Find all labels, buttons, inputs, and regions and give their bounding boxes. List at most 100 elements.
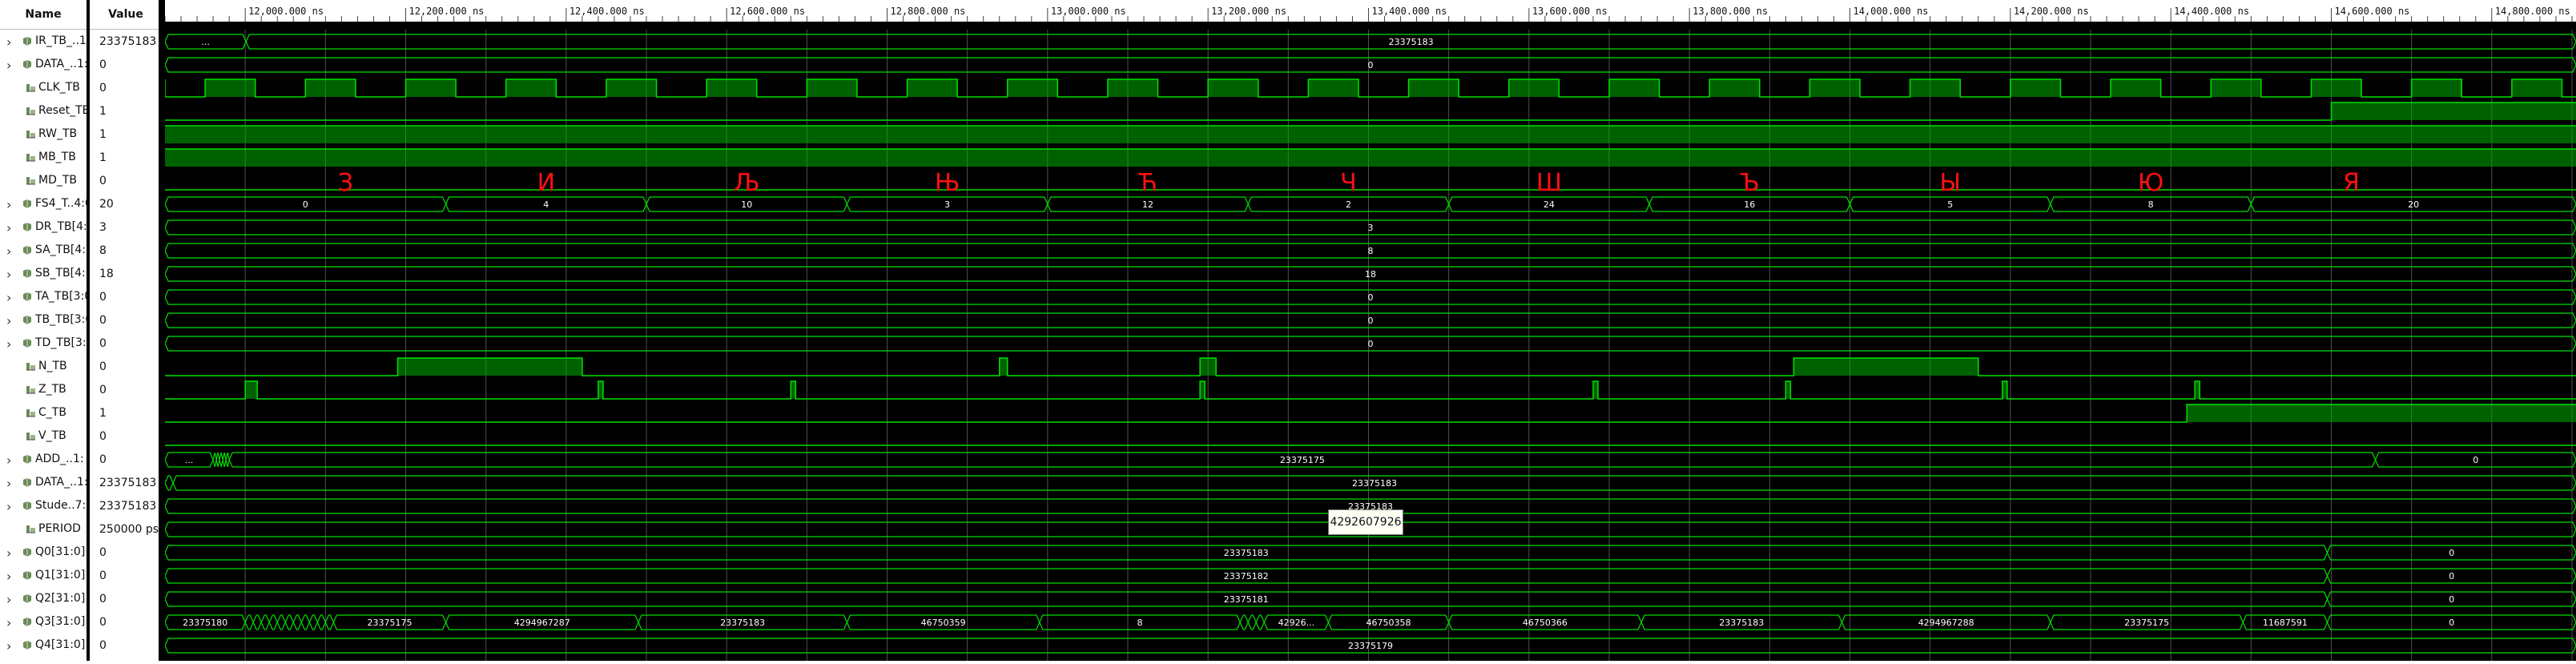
waveform-panel[interactable]: 12,000.000 ns 12,200.000 ns 12,400.000 ns 1…: [164, 0, 2576, 661]
bit-high-fill: [2187, 404, 2576, 422]
signal-value: 20: [99, 198, 114, 211]
signal-value: 0: [99, 593, 107, 606]
expand-chevron-icon[interactable]: ›: [6, 197, 11, 212]
bit-signal-icon: [26, 433, 35, 441]
bit-signal-icon: [26, 386, 35, 394]
bus-value-label: 20: [2408, 199, 2419, 210]
signal-row[interactable]: › SB_TB[4:: [0, 263, 87, 286]
clock-high-fill: [1608, 79, 1660, 97]
bus-signal-icon: [23, 37, 31, 46]
signal-value: 0: [99, 360, 107, 373]
expand-chevron-icon[interactable]: ›: [6, 267, 11, 282]
letter-annotation: Я: [2343, 169, 2360, 197]
expand-chevron-icon[interactable]: ›: [6, 336, 11, 352]
waveform-row: 23375181 0: [164, 591, 2576, 607]
signal-value: 1: [99, 151, 107, 164]
signal-row[interactable]: PERIOD: [0, 518, 87, 541]
expand-chevron-icon[interactable]: ›: [6, 220, 11, 235]
value-column-header[interactable]: Value: [90, 0, 162, 30]
signal-row[interactable]: › ADD_..1:: [0, 449, 87, 472]
signal-row[interactable]: › DATA_..1:: [0, 472, 87, 495]
signal-row[interactable]: N_TB: [0, 356, 87, 379]
signal-row[interactable]: › Q2[31:0]: [0, 588, 87, 611]
expand-chevron-icon[interactable]: ›: [6, 58, 11, 73]
expand-chevron-icon[interactable]: ›: [6, 290, 11, 305]
signal-row[interactable]: Reset_TB: [0, 100, 87, 123]
clock-high-fill: [505, 79, 557, 97]
signal-value: 8: [99, 244, 107, 257]
bus-segment: [292, 614, 302, 630]
bus-value-label: 4294967287: [514, 618, 570, 628]
bit-high-fill: [245, 381, 258, 399]
waveform-row: [165, 404, 2576, 423]
signal-name: ADD_..1:: [35, 453, 84, 465]
bus-value-label: 23375183: [1224, 548, 1269, 558]
bus-value-label: 0: [303, 199, 308, 210]
expand-chevron-icon[interactable]: ›: [6, 499, 11, 514]
signal-value: 0: [99, 82, 107, 95]
ruler-tick-label: 14,800.000 ns: [2495, 6, 2570, 17]
expand-chevron-icon[interactable]: ›: [6, 545, 11, 561]
signal-row[interactable]: V_TB: [0, 425, 87, 449]
bus-signal-icon: [23, 548, 31, 557]
bus-value-label: 0: [2449, 618, 2454, 628]
signal-row[interactable]: › SA_TB[4:: [0, 239, 87, 263]
waveform-canvas[interactable]: 12,000.000 ns 12,200.000 ns 12,400.000 ns 1…: [164, 0, 2576, 661]
signal-row[interactable]: › Q4[31:0]: [0, 634, 87, 658]
expand-chevron-icon[interactable]: ›: [6, 34, 11, 50]
bus-value-label: 23375183: [1352, 478, 1397, 489]
bus-signal-icon: [23, 455, 31, 464]
expand-chevron-icon[interactable]: ›: [6, 569, 11, 584]
clock-high-fill: [2311, 79, 2362, 97]
bit-trace: [165, 102, 2576, 121]
signal-row[interactable]: CLK_TB: [0, 77, 87, 100]
expand-chevron-icon[interactable]: ›: [6, 313, 11, 328]
expand-chevron-icon[interactable]: ›: [6, 615, 11, 630]
expand-chevron-icon[interactable]: ›: [6, 243, 11, 259]
bit-signal-icon: [26, 107, 35, 115]
signal-name: V_TB: [38, 429, 66, 442]
bus-value-label: 23375183: [720, 618, 765, 628]
expand-chevron-icon[interactable]: ›: [6, 453, 11, 468]
name-column-header[interactable]: Name: [0, 0, 87, 30]
signal-row[interactable]: MD_TB: [0, 170, 87, 193]
signal-row[interactable]: RW_TB: [0, 123, 87, 147]
clock-high-fill: [2010, 79, 2061, 97]
expand-chevron-icon[interactable]: ›: [6, 638, 11, 654]
waveform-row: [165, 380, 2576, 400]
signal-row[interactable]: › Q1[31:0]: [0, 565, 87, 588]
clock-high-fill: [1910, 79, 1961, 97]
waveform-row: 0: [164, 57, 2576, 73]
bus-value-label: 0: [2449, 548, 2454, 558]
signal-row[interactable]: › DATA_..1:: [0, 54, 87, 77]
waveform-row: [165, 102, 2576, 121]
bit-high-fill: [2331, 103, 2576, 120]
clock-high-fill: [305, 79, 356, 97]
signal-row[interactable]: Z_TB: [0, 379, 87, 402]
signal-row[interactable]: › TB_TB[3:0: [0, 309, 87, 332]
signal-row[interactable]: › Stude..7:: [0, 495, 87, 518]
column-splitter[interactable]: [159, 0, 165, 661]
signal-row[interactable]: › TA_TB[3:0: [0, 286, 87, 309]
signal-row[interactable]: › Q3[31:0]: [0, 611, 87, 634]
signal-row[interactable]: C_TB: [0, 402, 87, 425]
signal-value: 23375183: [99, 477, 157, 489]
clock-high-fill: [2511, 79, 2562, 97]
ruler-tick-label: 14,600.000 ns: [2334, 6, 2409, 17]
expand-chevron-icon[interactable]: ›: [6, 592, 11, 607]
waveform-row: 23375183 0: [164, 545, 2576, 561]
clock-high-fill: [1007, 79, 1058, 97]
bus-value-label: 0: [2473, 455, 2478, 465]
ruler-tick-label: 12,200.000 ns: [409, 6, 484, 17]
signal-row[interactable]: › TD_TB[3:0: [0, 332, 87, 356]
signal-row[interactable]: › FS4_T..4:0: [0, 193, 87, 216]
signal-name: DATA_..1:: [35, 58, 87, 70]
clock-high-fill: [807, 79, 857, 97]
clock-high-fill: [2211, 79, 2261, 97]
signal-row[interactable]: › Q0[31:0]: [0, 541, 87, 565]
expand-chevron-icon[interactable]: ›: [6, 476, 11, 491]
signal-row[interactable]: › IR_TB_..1:: [0, 30, 87, 54]
signal-row[interactable]: MB_TB: [0, 147, 87, 170]
bus-value-label: 23375182: [1224, 571, 1269, 582]
signal-row[interactable]: › DR_TB[4:: [0, 216, 87, 239]
